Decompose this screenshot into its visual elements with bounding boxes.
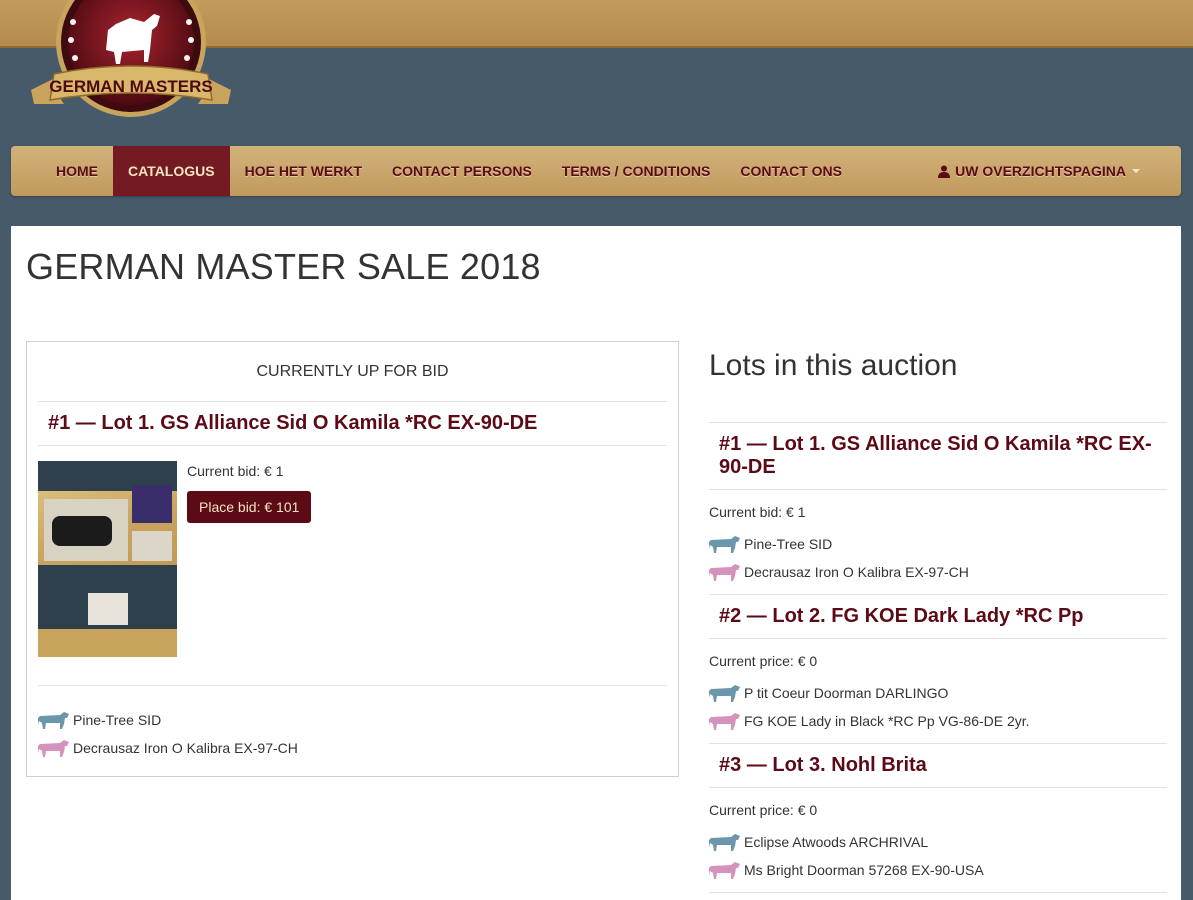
nav-hoe-het-werkt[interactable]: HOE HET WERKT [230,146,377,196]
dam-name: FG KOE Lady in Black *RC Pp VG-86-DE 2yr… [744,713,1030,729]
dam-row: Decrausaz Iron O Kalibra EX-97-CH [38,734,667,762]
user-icon [938,165,951,178]
main-content: GERMAN MASTER SALE 2018 CURRENTLY UP FOR… [11,226,1181,900]
nav-home[interactable]: HOME [41,146,113,196]
current-bid-heading: CURRENTLY UP FOR BID [38,342,667,402]
sire-row: Pine-Tree SID [709,530,1167,558]
nav-contact-ons[interactable]: CONTACT ONS [725,146,857,196]
list-item: #3 — Lot 3. Nohl Brita Current price: € … [709,744,1167,893]
sire-name: Pine-Tree SID [744,536,833,552]
cow-icon-pink [709,564,740,581]
current-lot-pedigree: Pine-Tree SID Decrausaz Iron O Kalibra E… [38,686,667,762]
list-item: #2 — Lot 2. FG KOE Dark Lady *RC Pp Curr… [709,595,1167,744]
logo[interactable]: GERMAN MASTERS [26,0,236,122]
cow-icon-blue [709,536,740,553]
current-lot-body: Current bid: € 1 Place bid: € 101 [38,446,667,686]
dam-name: Decrausaz Iron O Kalibra EX-97-CH [73,740,298,756]
dam-name: Ms Bright Doorman 57268 EX-90-USA [744,862,984,878]
nav-catalogus[interactable]: CATALOGUS [113,146,230,196]
lot-entry-price: Current price: € 0 [709,802,818,818]
lot-entry-price: Current price: € 0 [709,653,818,669]
logo-emblem: GERMAN MASTERS [31,0,231,117]
logo-text: GERMAN MASTERS [49,77,212,96]
dam-row: FG KOE Lady in Black *RC Pp VG-86-DE 2yr… [709,707,1167,735]
lots-list: Lots in this auction #1 — Lot 1. GS Alli… [709,341,1167,893]
chevron-down-icon [1132,169,1140,173]
place-bid-button[interactable]: Place bid: € 101 [187,491,312,523]
lot-catalogue-image[interactable] [38,461,177,657]
dam-name: Decrausaz Iron O Kalibra EX-97-CH [744,564,969,580]
bid-info: Current bid: € 1 Place bid: € 101 [177,461,312,685]
current-bid-text: Current bid: € 1 [187,463,284,479]
account-dropdown[interactable]: UW OVERZICHTSPAGINA [923,146,1155,196]
account-label: UW OVERZICHTSPAGINA [955,163,1126,179]
cow-icon-pink [38,740,69,757]
cow-icon-blue [38,712,69,729]
list-item: #1 — Lot 1. GS Alliance Sid O Kamila *RC… [709,423,1167,595]
lot-entry-price: Current bid: € 1 [709,504,806,520]
lot-entry-title[interactable]: #2 — Lot 2. FG KOE Dark Lady *RC Pp [709,595,1167,639]
lot-entry-body: Current price: € 0 Eclipse Atwoods ARCHR… [709,788,1167,892]
nav-terms-conditions[interactable]: TERMS / CONDITIONS [547,146,726,196]
sire-name: Eclipse Atwoods ARCHRIVAL [744,834,929,850]
lot-entry-title[interactable]: #3 — Lot 3. Nohl Brita [709,744,1167,788]
dam-row: Decrausaz Iron O Kalibra EX-97-CH [709,558,1167,586]
sire-row: Pine-Tree SID [38,706,667,734]
sire-row: P tit Coeur Doorman DARLINGO [709,679,1167,707]
cow-icon-blue [709,834,740,851]
lots-title: Lots in this auction [709,341,1167,423]
lot-entry-body: Current bid: € 1 Pine-Tree SID Decrausaz… [709,490,1167,594]
current-lot-title[interactable]: #1 — Lot 1. GS Alliance Sid O Kamila *RC… [38,402,667,446]
cow-icon-pink [709,862,740,879]
lot-entry-title[interactable]: #1 — Lot 1. GS Alliance Sid O Kamila *RC… [709,423,1167,490]
cow-icon-blue [709,685,740,702]
cow-icon-pink [709,713,740,730]
dam-row: Ms Bright Doorman 57268 EX-90-USA [709,856,1167,884]
page-title: GERMAN MASTER SALE 2018 [26,246,541,287]
sire-row: Eclipse Atwoods ARCHRIVAL [709,828,1167,856]
sire-name: Pine-Tree SID [73,712,162,728]
sire-name: P tit Coeur Doorman DARLINGO [744,685,949,701]
lot-entry-body: Current price: € 0 P tit Coeur Doorman D… [709,639,1167,743]
current-bid-panel: CURRENTLY UP FOR BID #1 — Lot 1. GS Alli… [26,341,679,777]
nav-contact-persons[interactable]: CONTACT PERSONS [377,146,547,196]
main-navbar: HOME CATALOGUS HOE HET WERKT CONTACT PER… [11,146,1181,196]
